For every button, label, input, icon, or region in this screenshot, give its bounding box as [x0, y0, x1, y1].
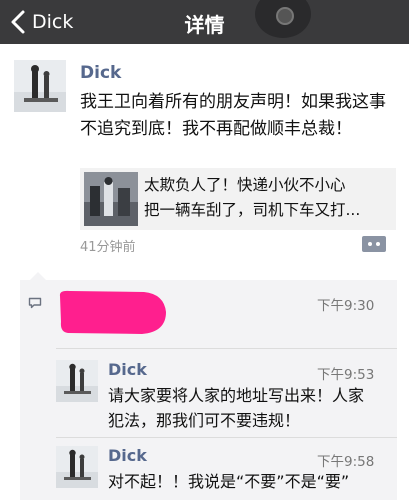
comment-bubble-icon — [28, 297, 42, 309]
nav-bar: Dick 详情 — [0, 0, 409, 44]
comments-section: 下午9:30 Dick 下午9:53 请大家要将人家的地址写出来！人家犯法，那我… — [20, 272, 397, 500]
comment-text: 对不起！！我说是“不要”不是“要” — [108, 472, 350, 491]
comment-time: 下午9:30 — [317, 298, 375, 314]
divider — [56, 437, 397, 438]
comment-avatar[interactable] — [56, 360, 98, 402]
comment-time: 下午9:58 — [317, 454, 375, 470]
shared-link-card[interactable]: 太欺负人了！快递小伙不小心 把一辆车刮了，司机下车又打... — [80, 168, 396, 230]
more-options-button[interactable] — [362, 236, 386, 252]
shared-link-line-2: 把一辆车刮了，司机下车又打... — [144, 201, 361, 219]
comment-avatar[interactable] — [56, 446, 98, 488]
shared-link-thumbnail — [84, 172, 138, 226]
comment-author-name[interactable]: Dick — [108, 446, 147, 465]
shared-link-title: 太欺负人了！快递小伙不小心 把一辆车刮了，司机下车又打... — [144, 173, 390, 223]
comment-time: 下午9:53 — [317, 367, 375, 383]
comment-author-name[interactable]: Dick — [108, 360, 147, 379]
post-text: 我王卫向着所有的朋友声明！如果我这事不追究到底！我不再配做顺丰总裁！ — [80, 92, 386, 139]
post-timestamp: 41分钟前 — [80, 240, 136, 255]
shared-link-line-1: 太欺负人了！快递小伙不小心 — [144, 176, 346, 194]
redacted-avatar — [59, 290, 166, 334]
comment-text: 请大家要将人家的地址写出来！人家犯法，那我们可不要违规！ — [108, 386, 365, 430]
author-avatar[interactable] — [14, 60, 66, 112]
post-author-name[interactable]: Dick — [80, 63, 121, 83]
divider — [56, 348, 397, 349]
page-title: 详情 — [184, 13, 225, 37]
